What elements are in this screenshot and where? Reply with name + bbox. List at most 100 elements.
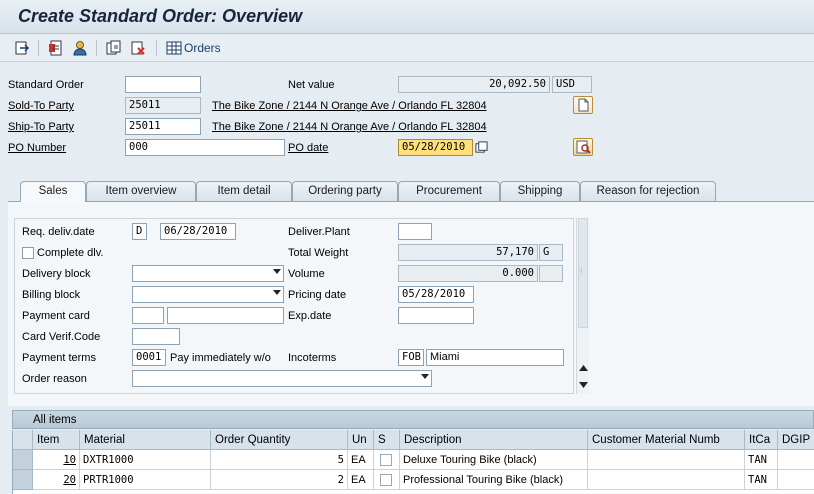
scroll-up-icon[interactable] xyxy=(579,362,588,374)
total-weight-label: Total Weight xyxy=(288,247,349,259)
table-cell-dgip[interactable] xyxy=(778,470,814,490)
row-checkbox[interactable] xyxy=(380,474,392,486)
po-number-label[interactable]: PO Number xyxy=(8,140,66,156)
table-cell-material[interactable]: PRTR1000 xyxy=(80,470,211,490)
po-date-field[interactable]: 05/28/2010 xyxy=(398,139,473,156)
table-cell-description[interactable]: Professional Touring Bike (black) xyxy=(400,470,588,490)
column-header-dgip[interactable]: DGIP xyxy=(778,430,814,450)
tab-item-overview[interactable]: Item overview xyxy=(86,181,196,201)
billing-block-dropdown[interactable] xyxy=(132,286,284,303)
payment-terms-label: Payment terms xyxy=(22,352,96,364)
select-all-header[interactable] xyxy=(13,430,33,450)
po-date-label[interactable]: PO date xyxy=(288,140,328,156)
deliver-plant-label: Deliver.Plant xyxy=(288,226,350,238)
table-cell-itca[interactable]: TAN xyxy=(745,470,778,490)
business-partner-icon[interactable] xyxy=(72,38,88,58)
toolbar-separator xyxy=(96,40,97,56)
tab-reason-for-rejection[interactable]: Reason for rejection xyxy=(580,181,716,201)
standard-order-label: Standard Order xyxy=(8,79,84,91)
scroll-down-icon[interactable] xyxy=(579,380,588,392)
complete-dlv-checkbox[interactable] xyxy=(22,247,34,259)
tab-procurement[interactable]: Procurement xyxy=(398,181,500,201)
sold-to-field[interactable]: 25011 xyxy=(125,97,201,114)
row-selector[interactable] xyxy=(13,450,33,470)
currency-field: USD xyxy=(552,76,592,93)
table-cell-material[interactable]: DXTR1000 xyxy=(80,450,211,470)
notes-icon[interactable] xyxy=(573,96,593,114)
all-items-title: All items xyxy=(12,410,814,429)
delivery-block-dropdown[interactable] xyxy=(132,265,284,282)
payment-card-type-field[interactable] xyxy=(132,307,164,324)
exp-date-field[interactable] xyxy=(398,307,474,324)
sold-to-label[interactable]: Sold-To Party xyxy=(8,98,74,114)
toolbar-separator xyxy=(156,40,157,56)
chevron-down-icon xyxy=(273,290,281,295)
table-cell-s[interactable] xyxy=(374,450,400,470)
order-reason-dropdown[interactable] xyxy=(132,370,432,387)
row-selector[interactable] xyxy=(13,470,33,490)
sold-to-address[interactable]: The Bike Zone / 2144 N Orange Ave / Orla… xyxy=(212,98,487,114)
table-cell-description[interactable]: Deluxe Touring Bike (black) xyxy=(400,450,588,470)
tab-sales[interactable]: Sales xyxy=(20,181,86,202)
ship-to-address[interactable]: The Bike Zone / 2144 N Orange Ave / Orla… xyxy=(212,119,487,135)
table-cell-item[interactable]: 10 xyxy=(33,450,80,470)
delivery-block-label: Delivery block xyxy=(22,268,91,280)
table-cell-customer-material[interactable] xyxy=(588,450,745,470)
req-deliv-date-label: Req. deliv.date xyxy=(22,226,95,238)
column-header-s[interactable]: S xyxy=(374,430,400,450)
column-header-item[interactable]: Item xyxy=(33,430,80,450)
table-cell-unit[interactable]: EA xyxy=(348,470,374,490)
incoterms-place-field[interactable]: Miami xyxy=(426,349,564,366)
sales-scrollbar[interactable]: ⁞ xyxy=(576,218,589,394)
row-checkbox[interactable] xyxy=(380,454,392,466)
payment-terms-text: Pay immediately w/o xyxy=(170,352,271,364)
header-details-icon[interactable] xyxy=(48,38,64,58)
table-cell-quantity[interactable]: 5 xyxy=(211,450,348,470)
tab-ordering-party[interactable]: Ordering party xyxy=(292,181,398,201)
incoterms-code-field[interactable]: FOB xyxy=(398,349,424,366)
volume-unit-field xyxy=(539,265,563,282)
req-deliv-date-field[interactable]: 06/28/2010 xyxy=(160,223,236,240)
tab-item-detail[interactable]: Item detail xyxy=(196,181,292,201)
table-cell-item[interactable]: 20 xyxy=(33,470,80,490)
delete-icon[interactable] xyxy=(130,38,146,58)
toolbar-separator xyxy=(38,40,39,56)
table-cell-unit[interactable]: EA xyxy=(348,450,374,470)
order-reason-label: Order reason xyxy=(22,373,87,385)
table-cell-s[interactable] xyxy=(374,470,400,490)
tab-shipping[interactable]: Shipping xyxy=(500,181,580,201)
payment-terms-field[interactable]: 0001 xyxy=(132,349,166,366)
ship-to-label[interactable]: Ship-To Party xyxy=(8,119,74,135)
volume-field: 0.000 xyxy=(398,265,538,282)
net-value-label: Net value xyxy=(288,79,335,91)
table-cell-customer-material[interactable] xyxy=(588,470,745,490)
column-header-customer-material[interactable]: Customer Material Numb xyxy=(588,430,745,450)
copy-icon[interactable] xyxy=(106,38,122,58)
page-title: Create Standard Order: Overview xyxy=(18,6,303,26)
billing-block-label: Billing block xyxy=(22,289,81,301)
card-verif-code-field[interactable] xyxy=(132,328,180,345)
display-customer-icon[interactable] xyxy=(573,138,593,156)
req-deliv-type-field[interactable]: D xyxy=(132,223,147,240)
table-cell-itca[interactable]: TAN xyxy=(745,450,778,470)
deliver-plant-field[interactable] xyxy=(398,223,432,240)
po-number-field[interactable]: 000 xyxy=(125,139,285,156)
items-table: Item Material Order Quantity Un S Descri… xyxy=(12,430,814,494)
pricing-date-field[interactable]: 05/28/2010 xyxy=(398,286,474,303)
table-cell-dgip[interactable] xyxy=(778,450,814,470)
orders-grid-icon xyxy=(166,41,182,55)
orders-button[interactable]: Orders xyxy=(166,38,221,58)
column-header-itca[interactable]: ItCa xyxy=(745,430,778,450)
display-doc-header-icon[interactable] xyxy=(14,38,30,58)
column-header-unit[interactable]: Un xyxy=(348,430,374,450)
payment-card-number-field[interactable] xyxy=(167,307,284,324)
column-header-order-quantity[interactable]: Order Quantity xyxy=(211,430,348,450)
calendar-icon[interactable] xyxy=(475,141,488,157)
standard-order-field[interactable] xyxy=(125,76,201,93)
table-cell-quantity[interactable]: 2 xyxy=(211,470,348,490)
incoterms-label: Incoterms xyxy=(288,352,337,364)
column-header-description[interactable]: Description xyxy=(400,430,588,450)
ship-to-field[interactable]: 25011 xyxy=(125,118,201,135)
column-header-material[interactable]: Material xyxy=(80,430,211,450)
net-value-field: 20,092.50 xyxy=(398,76,550,93)
